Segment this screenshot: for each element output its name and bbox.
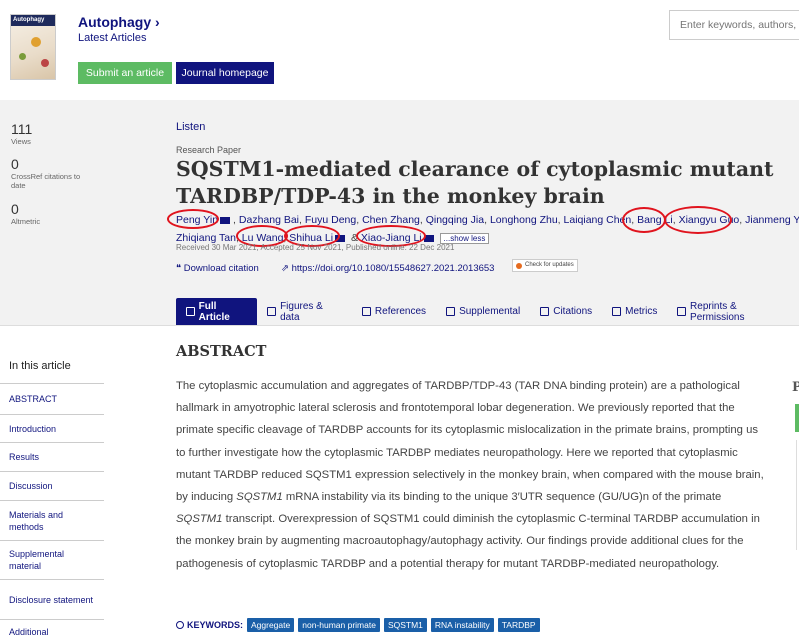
altmetric-label: Altmetric xyxy=(11,217,41,226)
document-icon xyxy=(186,307,195,316)
keyword-tag[interactable]: RNA instability xyxy=(430,618,494,632)
search-icon xyxy=(176,621,184,629)
tab-metrics[interactable]: Metrics xyxy=(602,298,667,325)
keywords-row: KEYWORDS: Aggregate non-human primate SQ… xyxy=(176,618,544,632)
keyword-tag[interactable]: non-human primate xyxy=(298,618,380,632)
email-icon[interactable] xyxy=(220,216,231,224)
publication-dates: Received 30 Mar 2021, Accepted 25 Nov 20… xyxy=(176,243,455,252)
title-line: SQSTM1-mediated clearance of cytoplasmic… xyxy=(176,157,774,181)
author-link[interactable]: Chen Zhang xyxy=(362,214,420,226)
download-citation-link[interactable]: ❝ Download citation xyxy=(176,263,259,274)
tab-references[interactable]: References xyxy=(352,298,436,325)
sidebar-title: In this article xyxy=(9,360,71,372)
article-sidebar: ABSTRACT Introduction Results Discussion… xyxy=(0,383,104,643)
cover-title: Autophagy xyxy=(11,15,55,26)
right-panel-heading: P xyxy=(792,380,799,395)
tab-supplemental[interactable]: Supplemental xyxy=(436,298,530,325)
listen-link[interactable]: Listen xyxy=(176,121,205,133)
crossref-metric: 0 CrossRef citations to date xyxy=(11,156,86,190)
author-link[interactable]: Fuyu Deng xyxy=(305,214,356,226)
keyword-tag[interactable]: Aggregate xyxy=(247,618,295,632)
external-link-icon: ⇗ xyxy=(281,263,289,274)
sidebar-item-discussion[interactable]: Discussion xyxy=(0,471,104,500)
sidebar-item-additional[interactable]: Additional xyxy=(0,619,104,643)
article-tabs: Full Article Figures & data References S… xyxy=(176,298,799,325)
author-link[interactable]: Jianmeng Ye, xyxy=(745,214,799,226)
site-header: Autophagy Autophagy › Latest Articles Su… xyxy=(0,0,799,100)
email-icon[interactable] xyxy=(423,234,434,242)
check-for-updates-badge[interactable]: Check for updates xyxy=(512,259,578,272)
views-count: 111 xyxy=(11,121,33,137)
views-metric: 111 Views xyxy=(11,121,32,146)
quote-icon: ❝ xyxy=(176,263,182,274)
author-link[interactable]: Qingqing Jia xyxy=(426,214,484,226)
abstract-heading: ABSTRACT xyxy=(176,343,267,360)
share-icon xyxy=(677,307,687,316)
author-link[interactable]: Laiqiang Chen xyxy=(564,214,632,226)
tab-citations[interactable]: Citations xyxy=(530,298,602,325)
sidebar-item-introduction[interactable]: Introduction xyxy=(0,414,104,442)
paper-type: Research Paper xyxy=(176,145,242,155)
abstract-text: The cytoplasmic accumulation and aggrega… xyxy=(176,380,764,570)
sidebar-item-disclosure-statement[interactable]: Disclosure statement xyxy=(0,579,104,619)
cover-art xyxy=(19,53,26,60)
quote-icon xyxy=(540,307,550,316)
author-link[interactable]: Longhong Zhu xyxy=(490,214,558,226)
article-title: SQSTM1-mediated clearance of cytoplasmic… xyxy=(176,156,786,210)
crossref-label: CrossRef citations to date xyxy=(11,172,81,190)
views-label: Views xyxy=(11,137,31,146)
author-link[interactable]: Bang Li xyxy=(637,214,673,226)
book-icon xyxy=(361,307,371,316)
tab-figures-data[interactable]: Figures & data xyxy=(257,298,352,325)
journal-homepage-button[interactable]: Journal homepage xyxy=(176,62,274,84)
altmetric-count: 0 xyxy=(11,201,19,217)
tab-full-article[interactable]: Full Article xyxy=(176,298,258,325)
sidebar-item-materials-methods[interactable]: Materials and methods xyxy=(0,500,104,540)
tab-divider xyxy=(0,325,799,326)
crossref-count: 0 xyxy=(11,156,19,172)
keywords-label: KEYWORDS: xyxy=(176,620,243,630)
sidebar-item-abstract[interactable]: ABSTRACT xyxy=(0,383,104,414)
author-row: Peng Yin, Dazhang Bai, Fuyu Deng, Chen Z… xyxy=(176,212,799,230)
submit-article-button[interactable]: Submit an article xyxy=(78,62,172,84)
keyword-tag[interactable]: TARDBP xyxy=(497,618,540,632)
author-link[interactable]: Dazhang Bai xyxy=(239,214,299,226)
sidebar-item-results[interactable]: Results xyxy=(0,442,104,471)
right-panel-button[interactable] xyxy=(795,404,799,432)
bar-chart-icon xyxy=(612,307,622,316)
doi-link[interactable]: ⇗ https://doi.org/10.1080/15548627.2021.… xyxy=(281,263,494,274)
plus-icon xyxy=(446,307,456,316)
altmetric-metric[interactable]: 0 Altmetric xyxy=(11,201,40,226)
journal-name-link[interactable]: Autophagy › xyxy=(78,14,160,30)
tab-reprints-permissions[interactable]: Reprints & Permissions xyxy=(667,298,799,325)
image-icon xyxy=(267,307,277,316)
latest-articles-link[interactable]: Latest Articles xyxy=(78,32,146,44)
title-line: TARDBP/TDP-43 in the monkey brain xyxy=(176,184,605,208)
keyword-tag[interactable]: SQSTM1 xyxy=(383,618,427,632)
journal-cover-image[interactable]: Autophagy xyxy=(10,14,56,80)
author-link[interactable]: Xiangyu Guo xyxy=(679,214,740,226)
sidebar-item-supplemental-material[interactable]: Supplemental material xyxy=(0,540,104,579)
author-link[interactable]: Peng Yin xyxy=(176,214,218,226)
cover-art xyxy=(31,37,41,47)
cover-art xyxy=(41,59,49,67)
search-input[interactable] xyxy=(669,10,799,40)
email-icon[interactable] xyxy=(335,234,346,242)
